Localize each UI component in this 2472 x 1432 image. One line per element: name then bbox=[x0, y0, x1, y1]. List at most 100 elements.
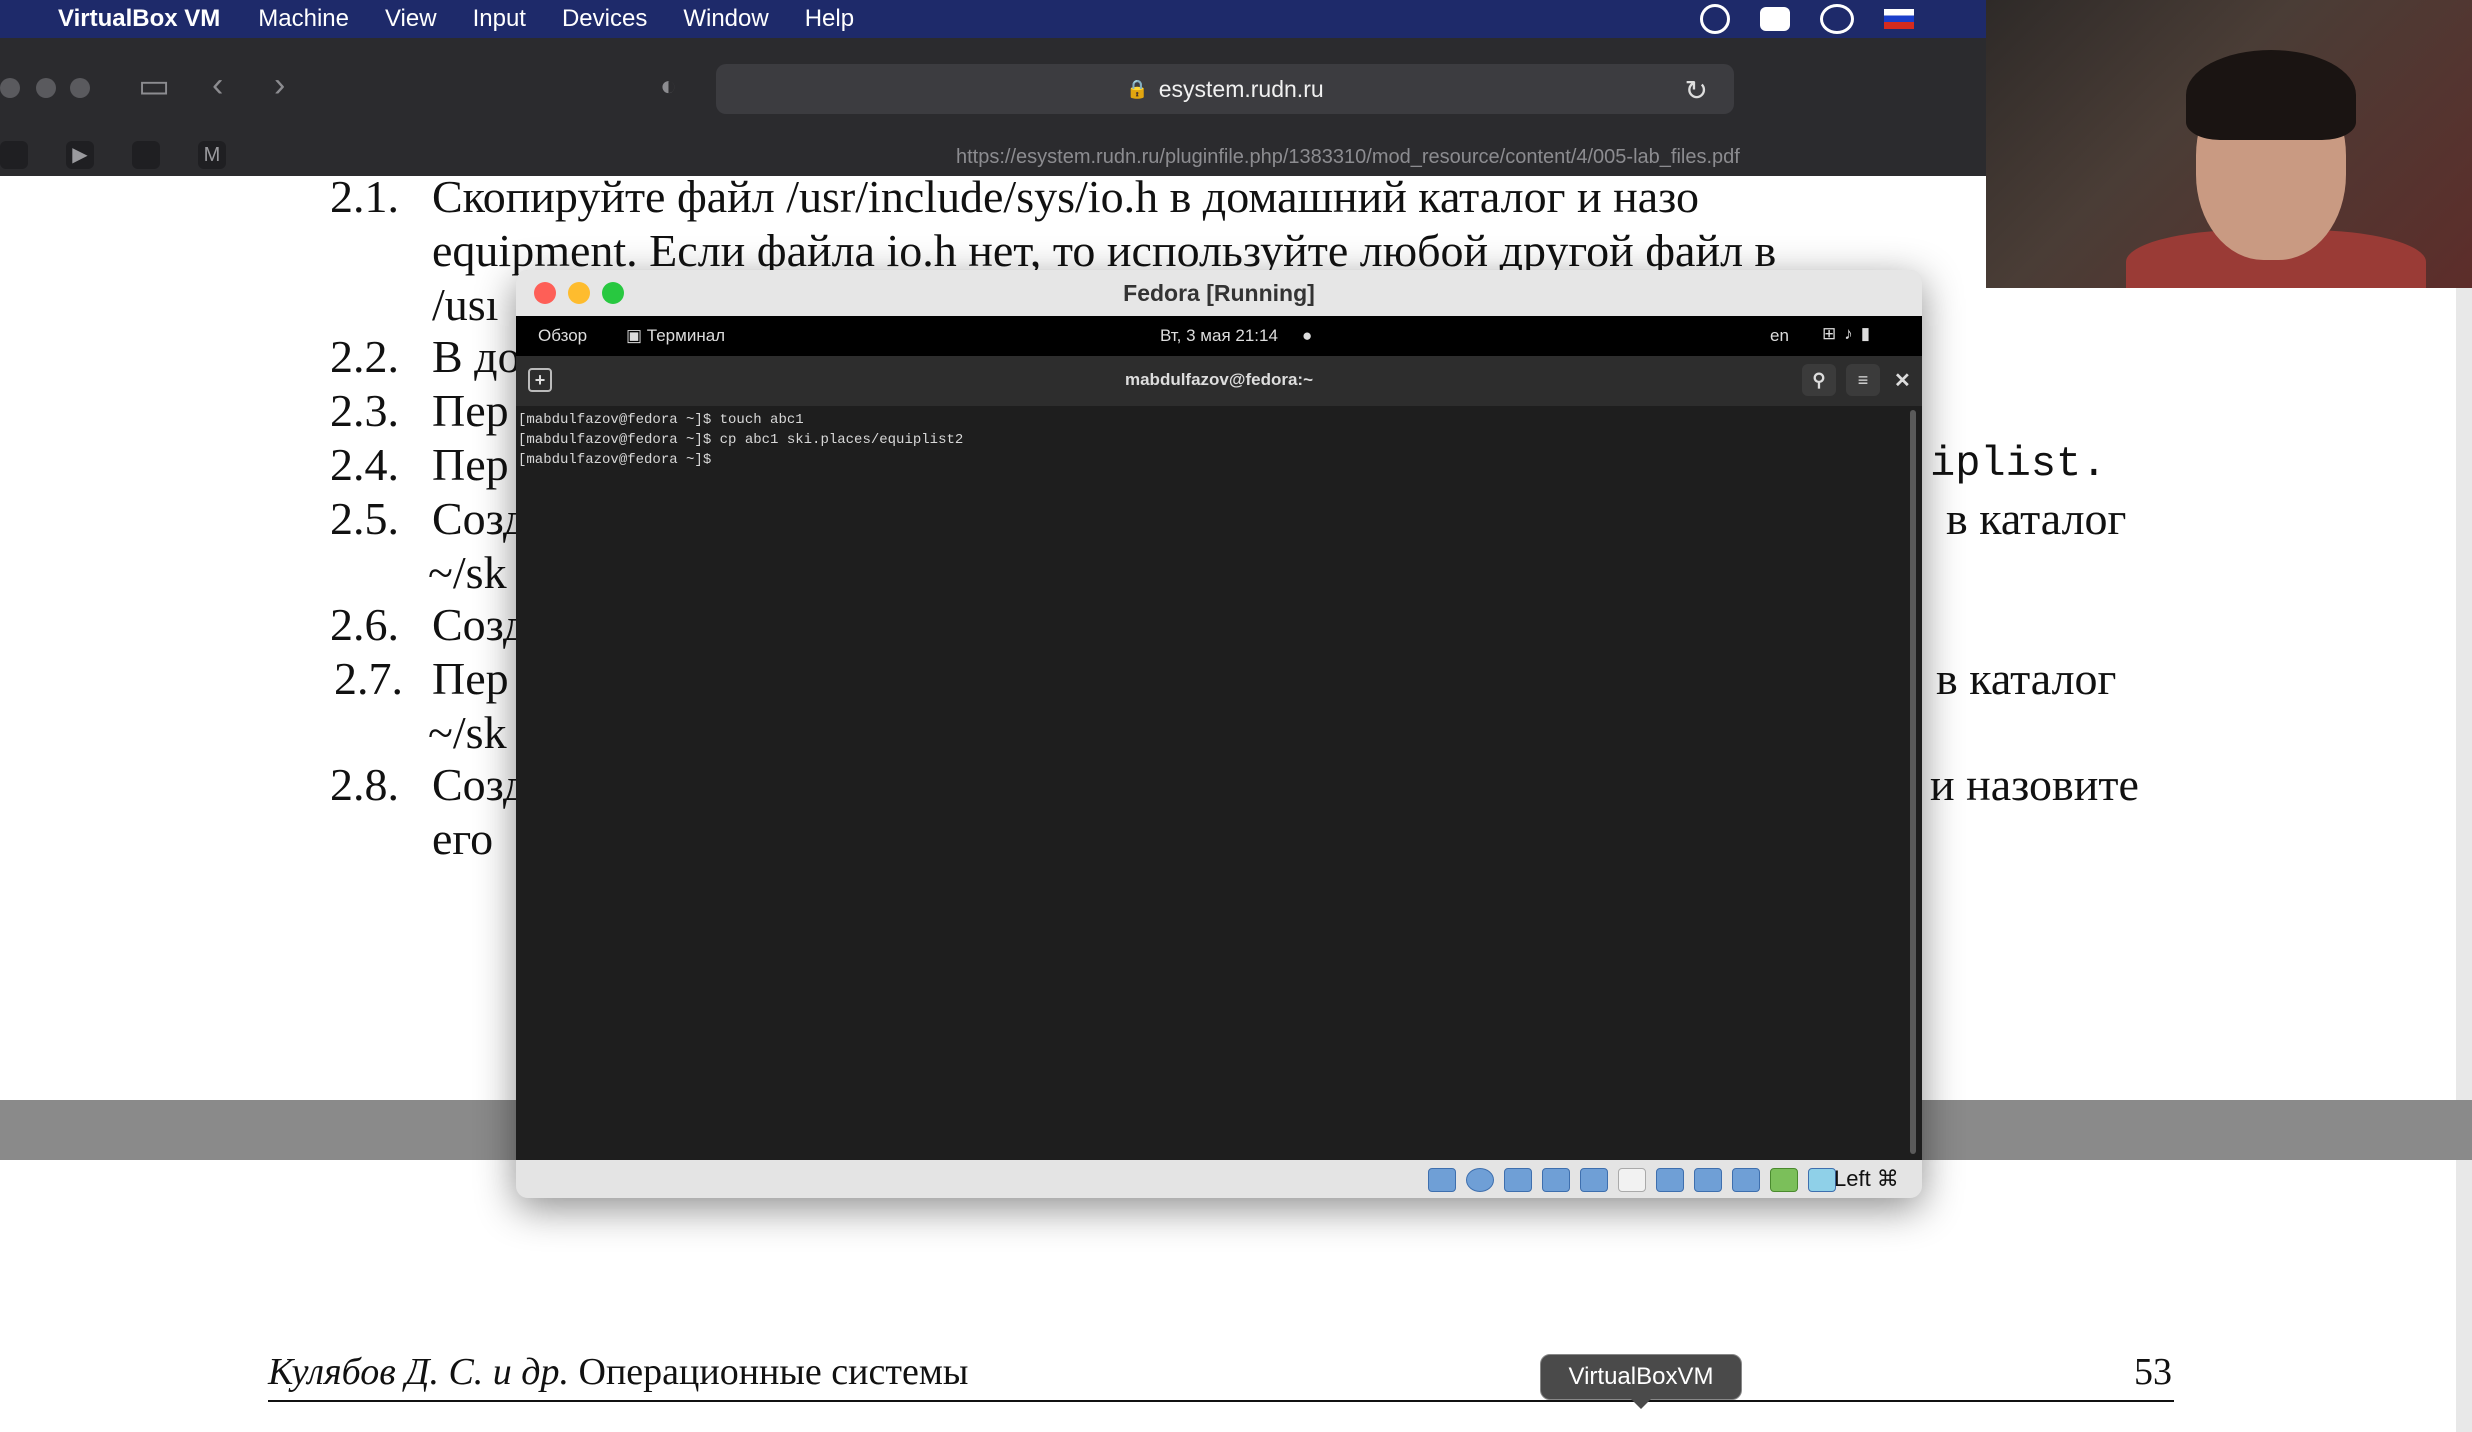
vbox-device-icons bbox=[1428, 1168, 1836, 1192]
footer-title: Операционные системы bbox=[578, 1351, 969, 1393]
creative-cloud-icon[interactable] bbox=[1820, 4, 1854, 34]
gmail-icon[interactable]: M bbox=[198, 141, 226, 169]
window-minimize-dot[interactable] bbox=[36, 78, 56, 98]
item-number: 2.7. bbox=[334, 653, 403, 704]
pdf-text-line: его bbox=[432, 813, 494, 864]
item-number: 2.5. bbox=[330, 493, 399, 544]
footer-author: Кулябов Д. С. и др. bbox=[268, 1351, 570, 1393]
back-icon[interactable]: ‹ bbox=[212, 66, 223, 105]
window-zoom-dot[interactable] bbox=[70, 78, 90, 98]
search-icon[interactable]: ⚲ bbox=[1802, 364, 1836, 396]
sidebar-icon[interactable]: ▭ bbox=[138, 66, 170, 106]
usb-icon[interactable] bbox=[1580, 1168, 1608, 1192]
network-adapter-icon[interactable] bbox=[1542, 1168, 1570, 1192]
browser-toolbar: ▭ ‹ › ◐ 🔒 esystem.rudn.ru ↻ ▶ M https://… bbox=[0, 38, 1986, 176]
terminal-output[interactable]: [mabdulfazov@fedora ~]$ touch abc1 [mabd… bbox=[516, 406, 1922, 1160]
item-number: 2.1. bbox=[330, 171, 399, 222]
pdf-text-line: Пер bbox=[432, 439, 509, 490]
battery-icon: ▮ bbox=[1860, 324, 1879, 343]
url-domain: esystem.rudn.ru bbox=[1158, 75, 1324, 102]
screen-capture-icon[interactable] bbox=[1694, 1168, 1722, 1192]
vbox-titlebar[interactable]: Fedora [Running] bbox=[516, 270, 1922, 316]
macos-menubar: VirtualBox VM Machine View Input Devices… bbox=[0, 0, 1986, 38]
network-icon: ⊞ bbox=[1822, 324, 1845, 343]
vbox-zoom-button[interactable] bbox=[602, 282, 624, 304]
gnome-app-menu[interactable]: ▣ Терминал bbox=[626, 326, 725, 346]
address-bar[interactable]: 🔒 esystem.rudn.ru ↻ bbox=[716, 64, 1734, 114]
shared-folder-icon[interactable] bbox=[1618, 1168, 1646, 1192]
terminal-line: [mabdulfazov@fedora ~]$ bbox=[518, 452, 720, 468]
terminal-title: mabdulfazov@fedora:~ bbox=[1124, 370, 1314, 389]
hamburger-menu-icon[interactable]: ≡ bbox=[1846, 364, 1880, 396]
person-hair bbox=[2186, 50, 2356, 140]
webcam-overlay bbox=[1986, 0, 2472, 288]
item-number: 2.2. bbox=[330, 331, 399, 382]
pdf-text-tail: в каталог bbox=[1946, 493, 2127, 544]
terminal-app-label: Терминал bbox=[646, 326, 726, 345]
vbox-close-button[interactable] bbox=[534, 282, 556, 304]
bookmark-icon[interactable] bbox=[0, 141, 28, 169]
close-icon[interactable]: ✕ bbox=[1894, 368, 1911, 393]
terminal-line: [mabdulfazov@fedora ~]$ cp abc1 ski.plac… bbox=[518, 432, 964, 448]
terminal-app-icon: ▣ bbox=[626, 326, 647, 345]
pdf-text-tail: в каталог bbox=[1936, 653, 2117, 704]
video-capture-icon[interactable] bbox=[1732, 1168, 1760, 1192]
pdf-url: https://esystem.rudn.ru/pluginfile.php/1… bbox=[956, 146, 1740, 168]
apple-bookmark-icon[interactable] bbox=[132, 141, 160, 169]
dock-tooltip: VirtualBoxVM bbox=[1540, 1354, 1742, 1409]
pdf-text-line: Пер bbox=[432, 385, 509, 436]
shield-icon[interactable]: ◐ bbox=[660, 70, 677, 102]
item-number: 2.8. bbox=[330, 759, 399, 810]
item-number: 2.6. bbox=[330, 599, 399, 650]
app-menu-name[interactable]: VirtualBox VM bbox=[58, 5, 220, 33]
hard-disk-icon[interactable] bbox=[1428, 1168, 1456, 1192]
lock-icon: 🔒 bbox=[1126, 78, 1149, 99]
reload-icon[interactable]: ↻ bbox=[1685, 74, 1708, 107]
pdf-text-tail: iplist. bbox=[1930, 440, 2107, 488]
menu-window[interactable]: Window bbox=[683, 5, 768, 33]
optical-drive-icon[interactable] bbox=[1466, 1168, 1494, 1192]
pdf-footer-left: Кулябов Д. С. и др. Операционные системы bbox=[268, 1350, 968, 1394]
pdf-text-line: ~/sk bbox=[428, 707, 507, 758]
item-number: 2.4. bbox=[330, 439, 399, 490]
virtualbox-window: Fedora [Running] Обзор ▣ Терминал Вт, 3 … bbox=[516, 270, 1922, 1198]
gnome-top-bar: Обзор ▣ Терминал Вт, 3 мая 21:14 ● en ⊞♪… bbox=[516, 316, 1922, 356]
notification-icon[interactable] bbox=[1760, 7, 1790, 31]
mouse-integration-icon[interactable] bbox=[1808, 1168, 1836, 1192]
audio-icon[interactable] bbox=[1504, 1168, 1532, 1192]
pdf-text-line: Созд bbox=[432, 493, 527, 544]
volume-icon: ♪ bbox=[1844, 324, 1861, 343]
vbox-window-title: Fedora [Running] bbox=[1123, 279, 1315, 306]
gnome-overview-button[interactable]: Обзор bbox=[538, 326, 587, 346]
menu-help[interactable]: Help bbox=[805, 5, 854, 33]
notification-dot: ● bbox=[1302, 326, 1313, 345]
gnome-clock[interactable]: Вт, 3 мая 21:14 bbox=[1160, 326, 1278, 346]
pdf-text-line: Созд bbox=[432, 759, 527, 810]
terminal-scrollbar[interactable] bbox=[1910, 410, 1916, 1154]
vbox-minimize-button[interactable] bbox=[568, 282, 590, 304]
bookmarks-bar: ▶ M bbox=[0, 134, 226, 176]
menu-input[interactable]: Input bbox=[473, 5, 526, 33]
pdf-text-line: Скопируйте файл /usr/include/sys/io.h в … bbox=[432, 171, 1700, 222]
display-icon[interactable] bbox=[1656, 1168, 1684, 1192]
pdf-text-line: Созд bbox=[432, 599, 527, 650]
item-number: 2.3. bbox=[330, 385, 399, 436]
keyboard-layout-indicator[interactable]: en bbox=[1770, 326, 1789, 346]
menu-devices[interactable]: Devices bbox=[562, 5, 647, 33]
page-number: 53 bbox=[2134, 1351, 2172, 1393]
status-icons bbox=[1700, 0, 1914, 38]
window-close-dot[interactable] bbox=[0, 78, 20, 98]
russian-flag-icon[interactable] bbox=[1884, 9, 1914, 29]
menu-view[interactable]: View bbox=[385, 5, 437, 33]
aperture-icon[interactable] bbox=[1700, 4, 1730, 34]
host-key-indicator: Left ⌘ bbox=[1834, 1166, 1899, 1191]
pdf-text-line: Пер bbox=[432, 653, 509, 704]
terminal-headerbar: + mabdulfazov@fedora:~ ⚲ ≡ ✕ bbox=[516, 356, 1922, 406]
pdf-text-line: ~/sk bbox=[428, 547, 507, 598]
terminal-line: [mabdulfazov@fedora ~]$ touch abc1 bbox=[518, 412, 804, 428]
forward-icon[interactable]: › bbox=[274, 66, 285, 105]
cpu-icon[interactable] bbox=[1770, 1168, 1798, 1192]
system-tray[interactable]: ⊞♪▮ bbox=[1822, 324, 1878, 344]
menu-machine[interactable]: Machine bbox=[258, 5, 349, 33]
youtube-icon[interactable]: ▶ bbox=[66, 141, 94, 169]
